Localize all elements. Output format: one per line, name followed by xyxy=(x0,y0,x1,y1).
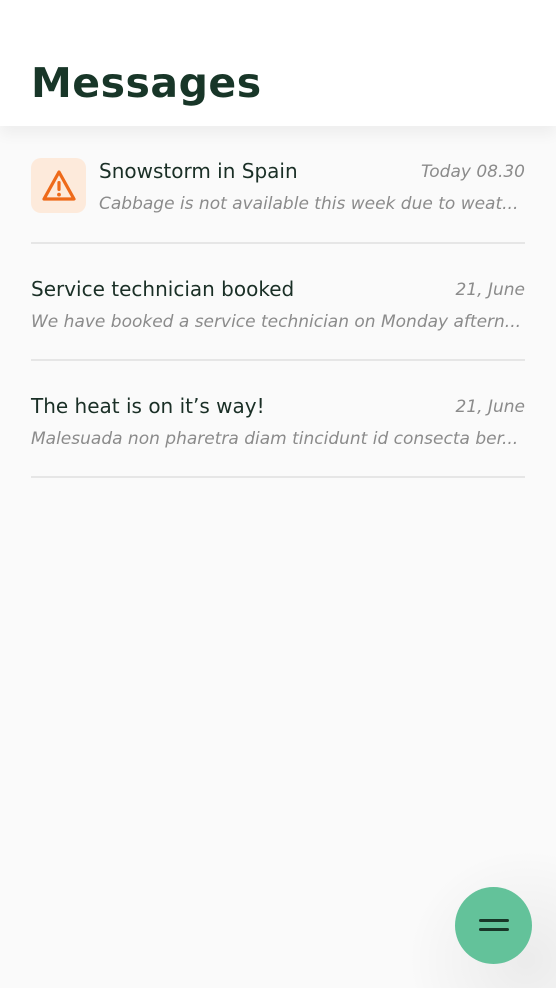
message-item-service-technician[interactable]: Service technician booked 21, June We ha… xyxy=(31,244,525,361)
page-title: Messages xyxy=(31,59,262,107)
message-title: Snowstorm in Spain xyxy=(99,159,298,183)
message-item-snowstorm[interactable]: Snowstorm in Spain Today 08.30 Cabbage i… xyxy=(31,126,525,244)
messages-screen: Messages Snowstorm in Spain Today 08.30 … xyxy=(0,0,556,988)
message-item-heat[interactable]: The heat is on it’s way! 21, June Malesu… xyxy=(31,361,525,478)
message-title: Service technician booked xyxy=(31,277,295,301)
message-preview: Cabbage is not available this week due t… xyxy=(99,194,519,214)
message-date: Today 08.30 xyxy=(420,162,525,182)
page-header: Messages xyxy=(0,0,556,126)
menu-icon xyxy=(478,918,509,931)
message-title: The heat is on it’s way! xyxy=(31,394,265,418)
message-date: 21, June xyxy=(455,280,525,300)
menu-fab-button[interactable] xyxy=(455,887,532,964)
message-preview: Malesuada non pharetra diam tincidunt id… xyxy=(31,429,519,449)
message-list: Snowstorm in Spain Today 08.30 Cabbage i… xyxy=(31,126,525,478)
message-preview: We have booked a service technician on M… xyxy=(31,312,522,332)
warning-icon xyxy=(31,158,86,213)
message-date: 21, June xyxy=(455,397,525,417)
